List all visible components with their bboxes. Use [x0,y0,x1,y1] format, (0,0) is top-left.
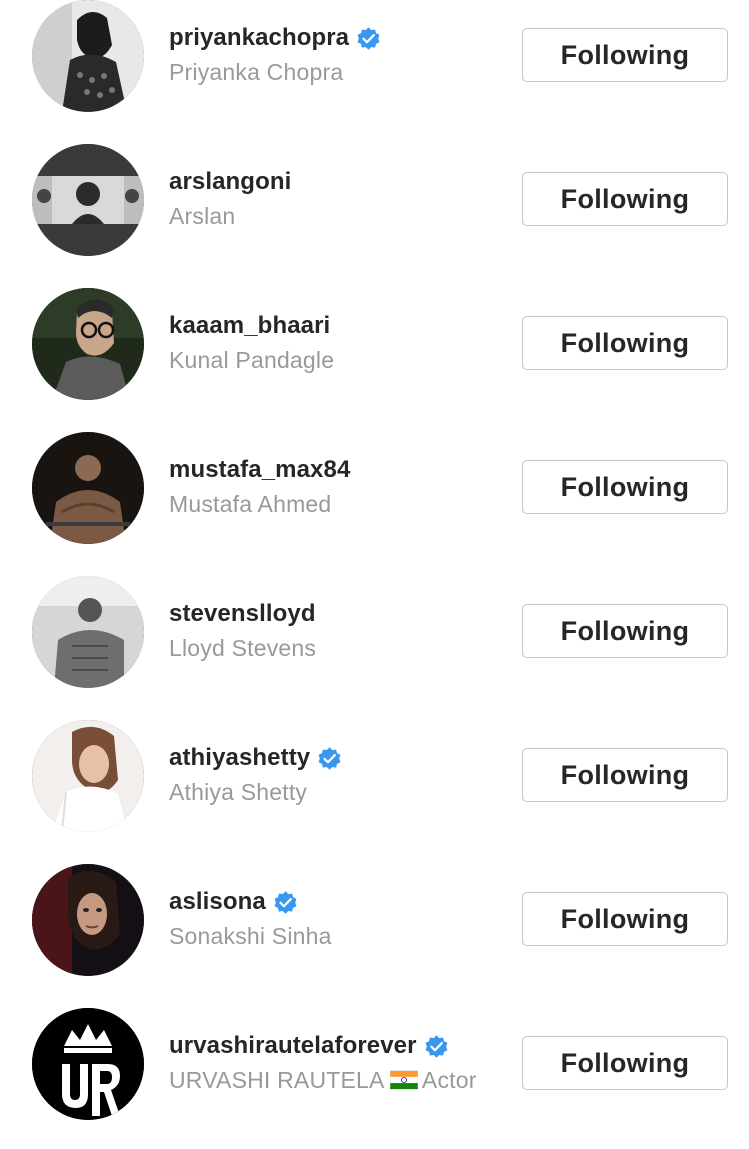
avatar[interactable] [32,720,144,832]
user-info: kaaam_bhaari Kunal Pandagle [169,309,514,377]
following-button[interactable]: Following [522,748,728,802]
following-button[interactable]: Following [522,460,728,514]
username[interactable]: aslisona [169,888,266,916]
user-info: priyankachopra Priyanka Chopra [169,21,514,89]
full-name: URVASHI RAUTELA Actor [169,1063,514,1097]
full-name: Kunal Pandagle [169,347,335,373]
following-button[interactable]: Following [522,892,728,946]
following-button[interactable]: Following [522,1036,728,1090]
list-item[interactable]: aslisona Sonakshi Sinha Following [0,861,749,1005]
avatar[interactable] [32,0,144,112]
list-item[interactable]: urvashirautelaforever URVASHI RAUTELA Ac… [0,1005,749,1149]
list-item[interactable]: stevenslloyd Lloyd Stevens Following [0,573,749,717]
username[interactable]: mustafa_max84 [169,456,350,484]
full-name: Athiya Shetty [169,779,308,805]
following-button[interactable]: Following [522,604,728,658]
verified-badge-icon [318,746,341,770]
verified-badge-icon [274,890,297,914]
user-info: arslangoni Arslan [169,165,514,233]
verified-badge-icon [357,26,380,50]
username[interactable]: priyankachopra [169,24,349,52]
full-name-text: URVASHI RAUTELA [169,1067,384,1093]
india-flag-icon [389,1070,418,1090]
following-button[interactable]: Following [522,316,728,370]
avatar[interactable] [32,1008,144,1120]
user-info: urvashirautelaforever URVASHI RAUTELA Ac… [169,1029,514,1097]
full-name: Mustafa Ahmed [169,491,332,517]
username[interactable]: athiyashetty [169,744,310,772]
full-name: Arslan [169,203,236,229]
username[interactable]: kaaam_bhaari [169,312,330,340]
avatar[interactable] [32,576,144,688]
full-name-suffix: Actor [421,1067,477,1093]
user-info: aslisona Sonakshi Sinha [169,885,514,953]
username[interactable]: urvashirautelaforever [169,1032,417,1060]
list-item[interactable]: kaaam_bhaari Kunal Pandagle Following [0,285,749,429]
avatar[interactable] [32,288,144,400]
following-list: priyankachopra Priyanka Chopra Following [0,0,749,1149]
following-button[interactable]: Following [522,28,728,82]
username[interactable]: stevenslloyd [169,600,316,628]
list-item[interactable]: priyankachopra Priyanka Chopra Following [0,0,749,141]
user-info: mustafa_max84 Mustafa Ahmed [169,453,514,521]
full-name: Priyanka Chopra [169,59,344,85]
following-button[interactable]: Following [522,172,728,226]
avatar[interactable] [32,144,144,256]
username[interactable]: arslangoni [169,168,291,196]
avatar[interactable] [32,864,144,976]
avatar[interactable] [32,432,144,544]
user-info: stevenslloyd Lloyd Stevens [169,597,514,665]
list-item[interactable]: arslangoni Arslan Following [0,141,749,285]
full-name: Sonakshi Sinha [169,923,332,949]
full-name: Lloyd Stevens [169,635,317,661]
list-item[interactable]: athiyashetty Athiya Shetty Following [0,717,749,861]
user-info: athiyashetty Athiya Shetty [169,741,514,809]
verified-badge-icon [425,1034,447,1058]
list-item[interactable]: mustafa_max84 Mustafa Ahmed Following [0,429,749,573]
